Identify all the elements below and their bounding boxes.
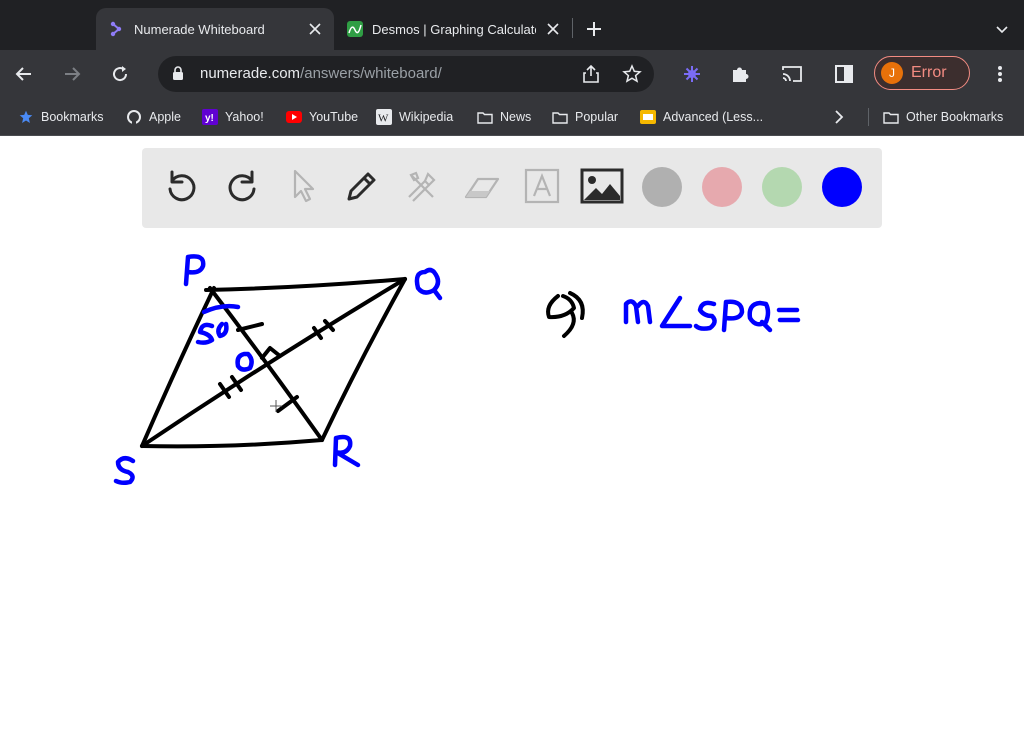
bookmark-label: Apple [149, 110, 181, 124]
new-tab-icon[interactable] [582, 17, 606, 41]
folder-icon [477, 109, 493, 125]
svg-text:y!: y! [205, 113, 214, 124]
back-icon[interactable] [10, 60, 38, 88]
wikipedia-icon: W [376, 109, 392, 125]
url-path: /answers/whiteboard/ [300, 65, 442, 82]
avatar: J [881, 62, 903, 84]
vertex-label-p [183, 254, 206, 287]
bookmark-divider [868, 108, 869, 126]
svg-text:W: W [378, 113, 389, 125]
bookmark-item[interactable]: YouTube [286, 107, 358, 127]
bookmark-icon [640, 109, 656, 125]
tab-strip: Numerade Whiteboard Desmos | Graphing Ca… [0, 0, 1024, 50]
chevron-right-icon[interactable] [834, 107, 844, 127]
angle-label [195, 321, 229, 345]
angle-arc-marker [201, 303, 241, 315]
drawing-canvas[interactable] [0, 136, 1024, 742]
bookmark-label: Yahoo! [225, 110, 264, 124]
question-text-m [623, 299, 653, 325]
center-label-o [235, 351, 254, 372]
profile-button[interactable]: J Error [874, 56, 970, 90]
tab-numerade[interactable]: Numerade Whiteboard [96, 8, 334, 50]
bookmark-label: Popular [575, 110, 619, 124]
rhombus-side-rs [140, 438, 324, 449]
url-text: numerade.com/answers/whiteboard/ [200, 65, 442, 82]
diagonal-sq [140, 277, 407, 448]
url-host: numerade.com [200, 65, 301, 82]
bookmark-item[interactable]: y! Yahoo! [202, 107, 264, 127]
bookmark-item[interactable]: News [477, 107, 531, 127]
chevron-down-icon[interactable] [990, 18, 1014, 42]
bookmark-item[interactable]: W Wikipedia [376, 107, 453, 127]
cast-icon[interactable] [778, 60, 806, 88]
question-text-s [693, 300, 717, 331]
rhombus-side-pq [204, 277, 407, 292]
yahoo-icon: y! [202, 109, 218, 125]
vertex-label-r [332, 434, 361, 468]
close-tab-icon[interactable] [306, 20, 324, 38]
star-icon [18, 109, 34, 125]
lock-icon [172, 66, 184, 86]
extension-icon[interactable] [678, 60, 706, 88]
bookmark-star-icon[interactable] [622, 64, 642, 89]
browser-toolbar: numerade.com/answers/whiteboard/ J Error [0, 50, 1024, 98]
more-menu-icon[interactable] [986, 60, 1014, 88]
address-bar[interactable]: numerade.com/answers/whiteboard/ [158, 56, 654, 92]
question-text-q [747, 300, 773, 333]
bookmarks-bar: Bookmarks Apple y! Yahoo! YouTube W Wiki… [0, 98, 1024, 136]
folder-icon [883, 109, 899, 125]
other-bookmarks[interactable]: Other Bookmarks [883, 107, 1003, 127]
sidepanel-icon[interactable] [830, 60, 858, 88]
profile-status: Error [911, 64, 947, 81]
bookmark-item[interactable]: Apple [126, 107, 181, 127]
bookmark-label: News [500, 110, 532, 124]
bookmark-item[interactable]: Advanced (Less... [640, 107, 763, 127]
question-number [546, 294, 576, 338]
tab-title: Desmos | Graphing Calculator [372, 21, 536, 37]
numerade-icon [108, 20, 126, 38]
forward-icon[interactable] [58, 60, 86, 88]
bookmark-item[interactable]: Bookmarks [18, 107, 104, 127]
question-text-equals [776, 307, 801, 323]
desmos-icon [346, 20, 364, 38]
bookmark-label: Other Bookmarks [906, 110, 1004, 124]
puzzle-icon[interactable] [726, 60, 754, 88]
question-text-angle [659, 295, 693, 329]
question-text-p [721, 299, 745, 333]
close-tab-icon[interactable] [544, 20, 562, 38]
tab-divider [572, 18, 573, 38]
bookmark-label: YouTube [309, 110, 359, 124]
vertex-label-s [113, 456, 136, 486]
vertex-label-q [414, 267, 443, 301]
share-icon[interactable] [582, 64, 600, 89]
tab-desmos[interactable]: Desmos | Graphing Calculator [334, 8, 572, 50]
apple-icon [126, 109, 142, 125]
bookmark-item[interactable]: Popular [552, 107, 618, 127]
folder-icon [552, 109, 568, 125]
reload-icon[interactable] [106, 60, 134, 88]
bookmark-label: Advanced (Less... [663, 110, 764, 124]
bookmark-label: Bookmarks [41, 110, 104, 124]
bookmark-label: Wikipedia [399, 110, 454, 124]
youtube-icon [286, 109, 302, 125]
tab-title: Numerade Whiteboard [134, 21, 265, 37]
